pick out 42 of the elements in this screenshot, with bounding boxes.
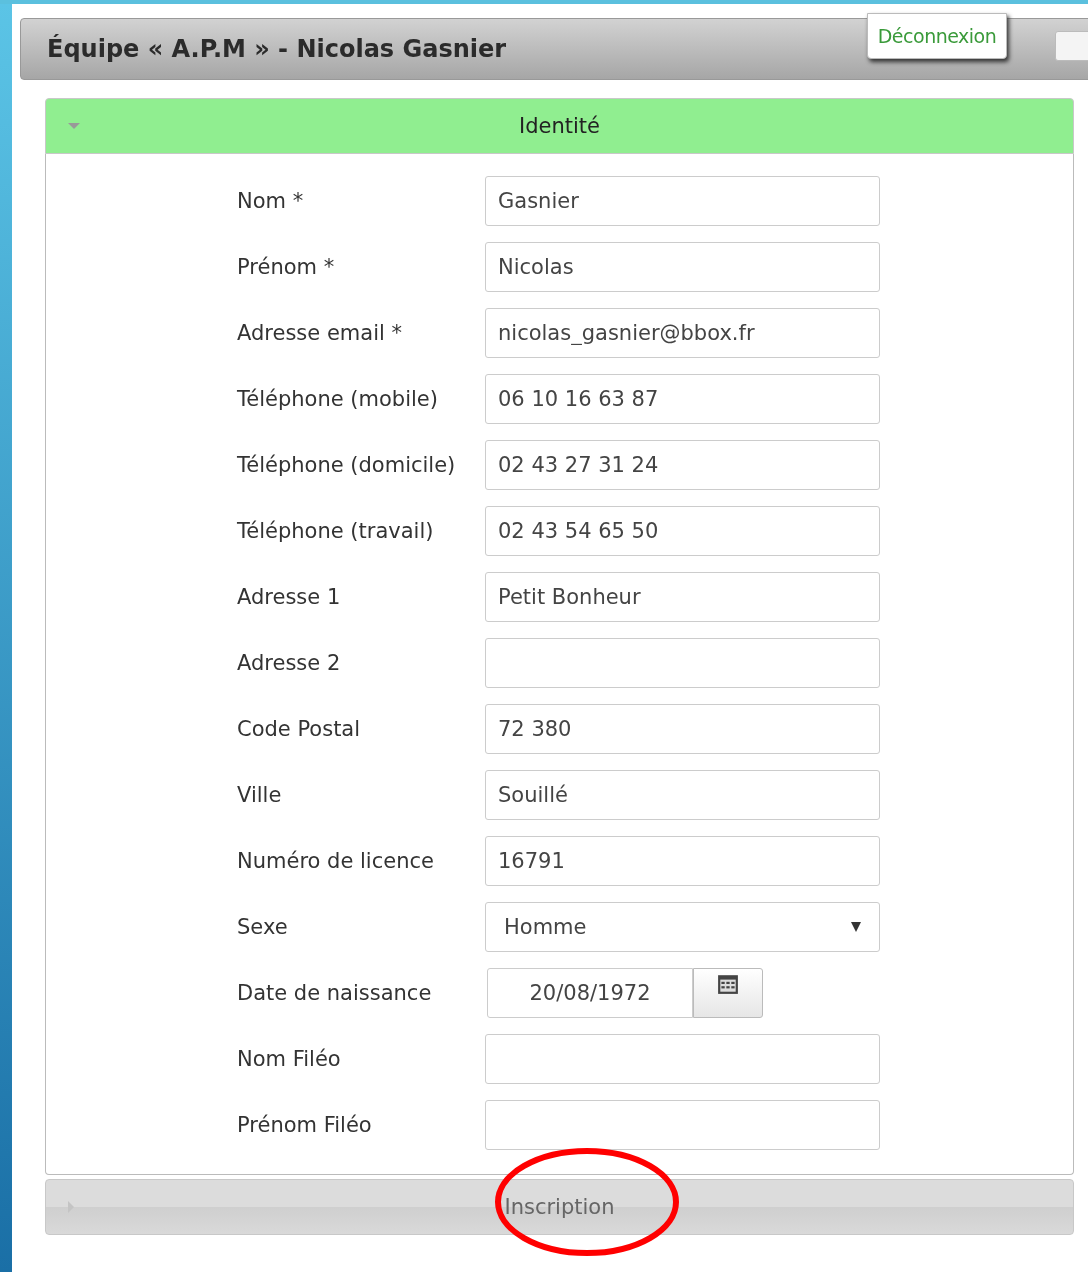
input-field[interactable]: 16791	[485, 836, 880, 886]
field-label: Adresse 1	[237, 585, 342, 609]
field-label: Prénom Filéo	[237, 1113, 373, 1137]
input-field[interactable]	[485, 1100, 880, 1150]
input-field[interactable]	[485, 1034, 880, 1084]
input-field[interactable]: Gasnier	[485, 176, 880, 226]
page-title: Équipe « A.P.M » - Nicolas Gasnier	[47, 35, 507, 63]
field-label: Téléphone (domicile)	[237, 453, 457, 477]
input-field[interactable]: 06 10 16 63 87	[485, 374, 880, 424]
calendar-icon	[717, 973, 739, 995]
input-field[interactable]: 02 43 54 65 50	[485, 506, 880, 556]
field-label: Date de naissance	[237, 981, 433, 1005]
field-label: Ville	[237, 783, 283, 807]
field-label: Téléphone (mobile)	[237, 387, 439, 411]
section-header[interactable]: Inscription	[45, 1179, 1074, 1235]
section-title: Identité	[519, 114, 600, 138]
field-label: Adresse 2	[237, 651, 342, 675]
field-label: Nom Filéo	[237, 1047, 342, 1071]
input-field[interactable]: 02 43 27 31 24	[485, 440, 880, 490]
field-label: Adresse email *	[237, 321, 403, 345]
caret-down-icon	[68, 123, 80, 129]
field-label: Code Postal	[237, 717, 362, 741]
input-field[interactable]: Souillé	[485, 770, 880, 820]
dropdown-field[interactable]: Homme	[485, 902, 880, 952]
input-field[interactable]: nicolas_gasnier@bbox.fr	[485, 308, 880, 358]
date-field[interactable]: 20/08/1972	[487, 968, 693, 1018]
input-field[interactable]: 72 380	[485, 704, 880, 754]
field-label: Numéro de licence	[237, 849, 435, 873]
section-header[interactable]: Identité	[45, 98, 1074, 154]
field-label: Nom *	[237, 189, 305, 213]
input-field[interactable]: Petit Bonheur	[485, 572, 880, 622]
field-label: Sexe	[237, 915, 289, 939]
partial-button[interactable]	[1055, 31, 1088, 61]
input-field[interactable]: Nicolas	[485, 242, 880, 292]
input-field[interactable]	[485, 638, 880, 688]
section-title: Inscription	[504, 1195, 615, 1219]
field-label: Prénom *	[237, 255, 336, 279]
logout-button[interactable]: Déconnexion	[867, 13, 1007, 59]
dropdown-arrow-icon	[851, 922, 861, 932]
calendar-button[interactable]	[693, 968, 763, 1018]
caret-right-icon	[68, 1201, 74, 1213]
field-label: Téléphone (travail)	[237, 519, 435, 543]
